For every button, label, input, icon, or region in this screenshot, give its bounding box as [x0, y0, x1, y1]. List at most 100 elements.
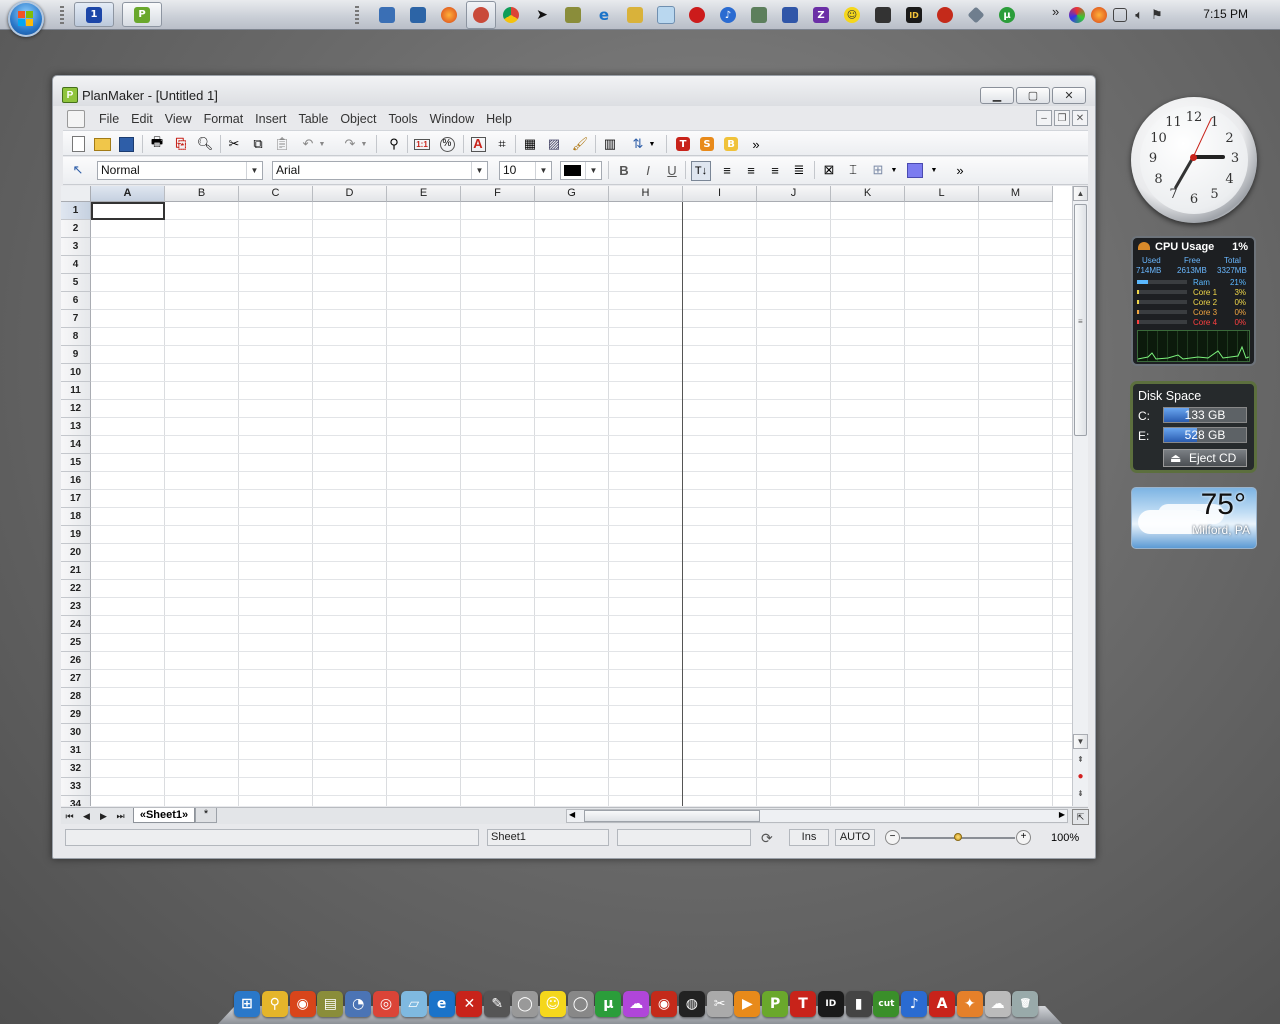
media-icon[interactable]: ◉ — [651, 991, 677, 1017]
menu-tools[interactable]: Tools — [382, 112, 423, 126]
row-header-10[interactable]: 10 — [61, 364, 91, 382]
zoom-slider-knob[interactable] — [954, 833, 962, 841]
document-icon[interactable] — [67, 110, 85, 128]
column-header-j[interactable]: J — [757, 186, 831, 202]
column-header-b[interactable]: B — [165, 186, 239, 202]
row-header-20[interactable]: 20 — [61, 544, 91, 562]
chrome-icon[interactable] — [501, 5, 521, 25]
column-width-button[interactable]: ⊠ — [820, 161, 838, 179]
mp3-cut-icon[interactable]: cut — [873, 991, 900, 1017]
scroll-left-icon[interactable]: ◀ — [569, 810, 575, 819]
menu-window[interactable]: Window — [424, 112, 480, 126]
usb-icon[interactable]: ▮ — [845, 991, 872, 1017]
menu-object[interactable]: Object — [334, 112, 382, 126]
save-button[interactable] — [117, 135, 135, 153]
itunes-icon[interactable]: ♪ — [718, 5, 738, 25]
chevron-down-icon[interactable]: ▼ — [585, 162, 601, 179]
cloud-icon[interactable]: ☁ — [984, 991, 1011, 1017]
row-header-26[interactable]: 26 — [61, 652, 91, 670]
column-header-l[interactable]: L — [905, 186, 979, 202]
recycle-bin-icon[interactable]: 🗑︎ — [1012, 991, 1039, 1017]
paint-icon[interactable] — [466, 1, 496, 29]
close-button[interactable]: ✕ — [1052, 87, 1086, 104]
print-preview-button[interactable]: 🔍︎ — [196, 135, 214, 153]
scissors-icon[interactable]: ✂ — [706, 991, 733, 1017]
horizontal-scroll-thumb[interactable] — [584, 810, 760, 822]
bold-button[interactable]: B — [615, 161, 633, 179]
minimize-button[interactable]: ▁ — [980, 87, 1014, 104]
notepad-icon[interactable] — [656, 5, 676, 25]
planmaker-icon[interactable]: P — [762, 991, 789, 1017]
column-header-f[interactable]: F — [461, 186, 535, 202]
firefox-icon[interactable] — [439, 5, 459, 25]
chevron-down-icon[interactable]: ▼ — [471, 162, 487, 179]
format-painter-button[interactable]: 🖌︎ — [571, 135, 589, 153]
utorrent-icon[interactable]: µ — [997, 5, 1017, 25]
z-app-icon[interactable]: Z — [811, 5, 831, 25]
insert-text-frame-button[interactable]: A — [469, 135, 487, 153]
fill-color-dropdown[interactable]: ▼ — [929, 161, 939, 179]
first-sheet-button[interactable]: ⏮ — [62, 809, 77, 823]
justify-button[interactable]: ≣ — [790, 161, 808, 179]
taskbar-grip[interactable] — [60, 6, 64, 24]
row-header-28[interactable]: 28 — [61, 688, 91, 706]
select-all-corner[interactable] — [61, 186, 91, 202]
smiley-icon[interactable]: ☺ — [842, 5, 862, 25]
column-header-a[interactable]: A — [91, 186, 165, 202]
row-header-8[interactable]: 8 — [61, 328, 91, 346]
presentations-button[interactable]: S — [698, 135, 716, 153]
smiley-icon[interactable]: ☺ — [539, 991, 566, 1017]
chart-frame-button[interactable]: ▥ — [601, 135, 619, 153]
new-sheet-tab[interactable]: * — [195, 808, 217, 823]
scroll-right-icon[interactable]: ▶ — [1059, 810, 1065, 819]
row-height-button[interactable]: ⌶ — [844, 161, 862, 179]
start-button[interactable] — [8, 1, 44, 37]
chat-icon[interactable]: ☁ — [623, 991, 650, 1017]
menu-format[interactable]: Format — [198, 112, 250, 126]
redo-button[interactable]: ↷ — [341, 135, 359, 153]
column-header-k[interactable]: K — [831, 186, 905, 202]
fill-color-button[interactable] — [906, 161, 924, 179]
row-header-27[interactable]: 27 — [61, 670, 91, 688]
row-header-12[interactable]: 12 — [61, 400, 91, 418]
browse-object-button[interactable]: ● — [1073, 769, 1088, 784]
column-header-d[interactable]: D — [313, 186, 387, 202]
zoom-slider[interactable] — [901, 833, 1015, 841]
chevron-down-icon[interactable]: ▼ — [246, 162, 262, 179]
weather-gadget[interactable]: 75° Milford, PA — [1131, 487, 1257, 549]
shading-button[interactable]: ▨ — [545, 135, 563, 153]
video-icon[interactable]: ID — [904, 5, 924, 25]
column-header-h[interactable]: H — [609, 186, 683, 202]
split-window-button[interactable]: ⇱ — [1072, 809, 1089, 825]
menu-file[interactable]: File — [93, 112, 125, 126]
row-header-25[interactable]: 25 — [61, 634, 91, 652]
copy-button[interactable]: ⧉ — [249, 135, 267, 153]
eject-cd-button[interactable]: ⏏ Eject CD — [1163, 449, 1247, 467]
print-button[interactable]: 🖶︎ — [148, 134, 166, 153]
borders-select-button[interactable]: ⊞ — [869, 161, 887, 179]
scroll-down-button[interactable]: ▼ — [1073, 734, 1088, 749]
dvd-2-icon[interactable]: ◯ — [567, 991, 594, 1017]
status-auto-calc[interactable]: AUTO — [835, 829, 875, 846]
prev-sheet-button[interactable]: ◀ — [79, 809, 94, 823]
zoom-in-button[interactable]: + — [1016, 830, 1031, 845]
column-header-i[interactable]: I — [683, 186, 757, 202]
tools-icon[interactable] — [563, 5, 583, 25]
format-toolbar-overflow-button[interactable]: » — [951, 161, 969, 179]
opera-icon[interactable] — [687, 5, 707, 25]
doc-restore-button[interactable]: ❐ — [1054, 110, 1070, 126]
row-header-13[interactable]: 13 — [61, 418, 91, 436]
style-select[interactable]: Normal ▼ — [97, 161, 263, 180]
doc-minimize-button[interactable]: – — [1036, 110, 1052, 126]
row-header-11[interactable]: 11 — [61, 382, 91, 400]
menu-table[interactable]: Table — [292, 112, 334, 126]
page-up-button[interactable]: ⇞ — [1073, 752, 1088, 767]
row-header-16[interactable]: 16 — [61, 472, 91, 490]
row-header-1[interactable]: 1 — [61, 202, 91, 220]
row-header-6[interactable]: 6 — [61, 292, 91, 310]
font-size-select[interactable]: 10 ▼ — [499, 161, 552, 180]
windows-explorer-icon[interactable]: ⊞ — [234, 991, 260, 1017]
video-editor-icon[interactable]: ID — [817, 991, 844, 1017]
next-sheet-button[interactable]: ▶ — [96, 809, 111, 823]
row-header-31[interactable]: 31 — [61, 742, 91, 760]
